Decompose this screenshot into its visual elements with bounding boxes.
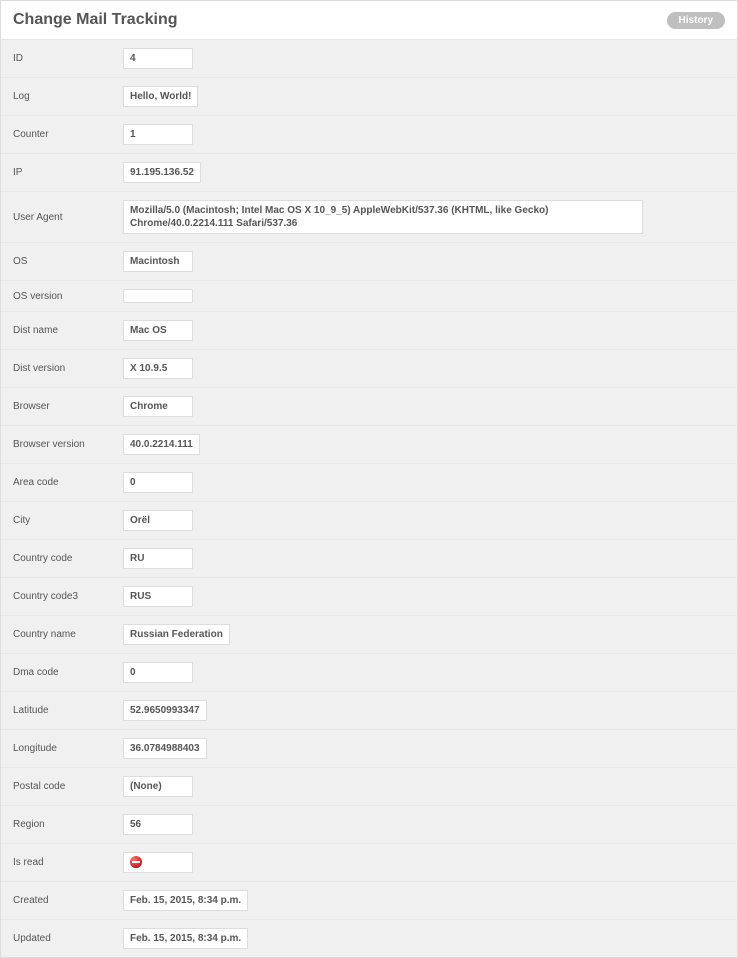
field-value: Mac OS xyxy=(123,320,193,341)
field-value: 0 xyxy=(123,662,193,683)
field-value: Macintosh xyxy=(123,251,193,272)
field-label: Country code3 xyxy=(11,591,123,602)
field-label: OS xyxy=(11,256,123,267)
field-value: 4 xyxy=(123,48,193,69)
field-value: 56 xyxy=(123,814,193,835)
form-row: CreatedFeb. 15, 2015, 8:34 p.m. xyxy=(1,882,737,920)
form-row: Dist nameMac OS xyxy=(1,312,737,350)
form-row: Country codeRU xyxy=(1,540,737,578)
form-row: ID4 xyxy=(1,40,737,78)
form-row: Longitude36.0784988403 xyxy=(1,730,737,768)
field-value: Hello, World! xyxy=(123,86,198,107)
main-panel: Change Mail Tracking History ID4LogHello… xyxy=(0,0,738,958)
history-button[interactable]: History xyxy=(667,12,725,29)
form-row: UpdatedFeb. 15, 2015, 8:34 p.m. xyxy=(1,920,737,957)
field-value: 40.0.2214.111 xyxy=(123,434,200,455)
form-row: Counter1 xyxy=(1,116,737,154)
field-label: Postal code xyxy=(11,781,123,792)
form-row: Area code0 xyxy=(1,464,737,502)
field-label: Log xyxy=(11,91,123,102)
field-label: Region xyxy=(11,819,123,830)
field-value: X 10.9.5 xyxy=(123,358,193,379)
field-label: Country name xyxy=(11,629,123,640)
field-label: Country code xyxy=(11,553,123,564)
field-label: IP xyxy=(11,167,123,178)
form-row: Dist versionX 10.9.5 xyxy=(1,350,737,388)
field-label: Counter xyxy=(11,129,123,140)
form-row: BrowserChrome xyxy=(1,388,737,426)
page-title: Change Mail Tracking xyxy=(13,11,177,29)
field-value: 1 xyxy=(123,124,193,145)
field-label: City xyxy=(11,515,123,526)
minus-icon xyxy=(130,856,142,868)
field-label: Latitude xyxy=(11,705,123,716)
field-value: (None) xyxy=(123,776,193,797)
field-value: Feb. 15, 2015, 8:34 p.m. xyxy=(123,890,248,911)
field-label: Longitude xyxy=(11,743,123,754)
field-label: User Agent xyxy=(11,212,123,223)
field-label: OS version xyxy=(11,291,123,302)
field-label: Dist name xyxy=(11,325,123,336)
header: Change Mail Tracking History xyxy=(1,1,737,40)
field-label: Browser version xyxy=(11,439,123,450)
field-label: Browser xyxy=(11,401,123,412)
form-row: User AgentMozilla/5.0 (Macintosh; Intel … xyxy=(1,192,737,243)
form-row: OS version xyxy=(1,281,737,312)
form-row: Browser version40.0.2214.111 xyxy=(1,426,737,464)
field-value: RUS xyxy=(123,586,193,607)
field-label: Is read xyxy=(11,857,123,868)
form-row: Latitude52.9650993347 xyxy=(1,692,737,730)
field-label: Area code xyxy=(11,477,123,488)
form-row: Postal code(None) xyxy=(1,768,737,806)
form-row: OSMacintosh xyxy=(1,243,737,281)
field-value: 36.0784988403 xyxy=(123,738,207,759)
form-row: LogHello, World! xyxy=(1,78,737,116)
form-row: Dma code0 xyxy=(1,654,737,692)
form-row: Is read xyxy=(1,844,737,882)
field-label: Created xyxy=(11,895,123,906)
field-value: Russian Federation xyxy=(123,624,230,645)
field-value: 91.195.136.52 xyxy=(123,162,201,183)
field-label: Updated xyxy=(11,933,123,944)
field-value: 52.9650993347 xyxy=(123,700,207,721)
field-value xyxy=(123,852,193,873)
field-label: Dma code xyxy=(11,667,123,678)
form-rows: ID4LogHello, World!Counter1IP91.195.136.… xyxy=(1,40,737,957)
field-value: Chrome xyxy=(123,396,193,417)
form-row: Country nameRussian Federation xyxy=(1,616,737,654)
field-value: 0 xyxy=(123,472,193,493)
form-row: Region56 xyxy=(1,806,737,844)
field-value: Mozilla/5.0 (Macintosh; Intel Mac OS X 1… xyxy=(123,200,643,234)
field-label: ID xyxy=(11,53,123,64)
field-value: RU xyxy=(123,548,193,569)
field-value xyxy=(123,289,193,303)
form-row: CityOrël xyxy=(1,502,737,540)
form-row: IP91.195.136.52 xyxy=(1,154,737,192)
field-value: Orël xyxy=(123,510,193,531)
form-row: Country code3RUS xyxy=(1,578,737,616)
field-value: Feb. 15, 2015, 8:34 p.m. xyxy=(123,928,248,949)
field-label: Dist version xyxy=(11,363,123,374)
